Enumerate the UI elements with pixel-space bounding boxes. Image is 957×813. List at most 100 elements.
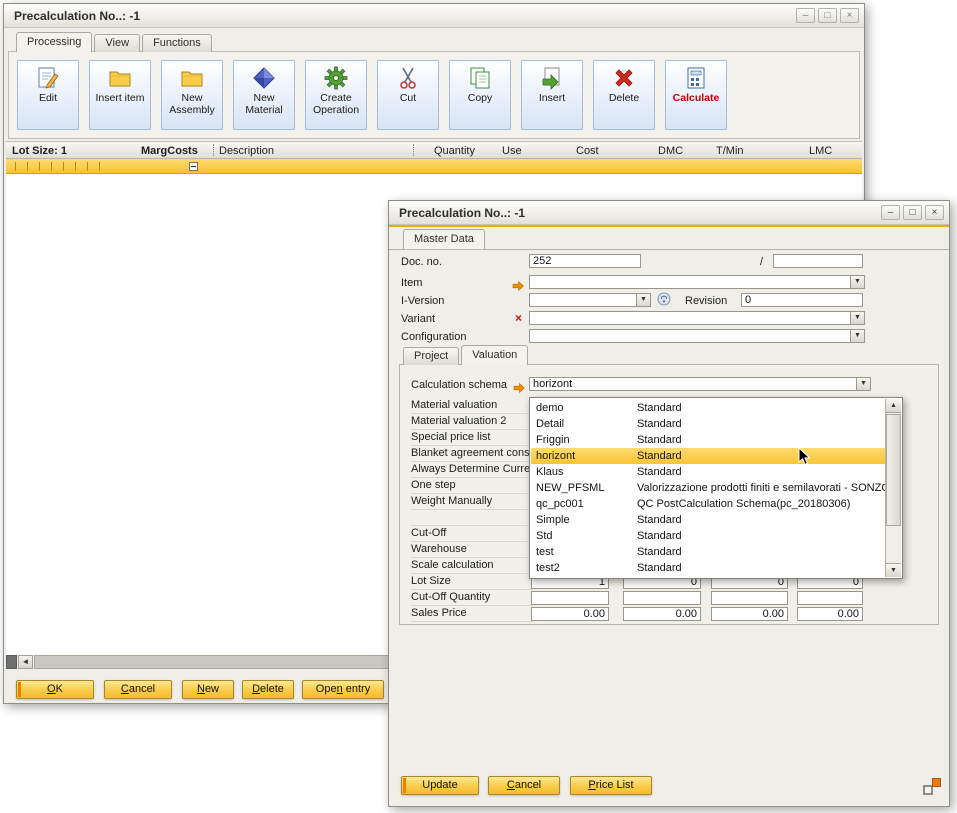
- tab-valuation[interactable]: Valuation: [461, 345, 528, 365]
- folder-icon: [179, 65, 205, 91]
- variant-required-icon: ×: [515, 311, 522, 325]
- scroll-left-button[interactable]: ◄: [18, 655, 33, 669]
- precalculation-dialog: Precalculation No..: -1 – □ × Master Dat…: [388, 200, 950, 807]
- sales-price-field[interactable]: 0.00: [531, 607, 609, 621]
- grid-lot-size-label: Lot Size: 1: [12, 144, 67, 158]
- open-entry-button[interactable]: Open entry: [302, 680, 384, 699]
- dropdown-item[interactable]: testStandard: [531, 544, 885, 560]
- doc-no-suffix-field[interactable]: [773, 254, 863, 268]
- scrollbar-thumb[interactable]: [886, 414, 901, 526]
- tab-master-data[interactable]: Master Data: [403, 229, 485, 249]
- sales-price-field[interactable]: 0.00: [623, 607, 701, 621]
- main-titlebar[interactable]: Precalculation No..: -1 – □ ×: [4, 4, 864, 28]
- cut-off-qty-field[interactable]: [531, 591, 609, 605]
- col-use[interactable]: Use: [502, 144, 522, 158]
- col-tmin[interactable]: T/Min: [716, 144, 744, 158]
- dropdown-item[interactable]: NEW_PFSMLValorizzazione prodotti finiti …: [531, 480, 885, 496]
- grid-row-highlighted[interactable]: [6, 159, 862, 174]
- chevron-down-icon[interactable]: ▼: [850, 276, 864, 288]
- close-button[interactable]: ×: [840, 8, 859, 23]
- new-material-button[interactable]: New Material: [233, 60, 295, 130]
- configuration-combo[interactable]: ▼: [529, 329, 865, 343]
- sales-price-field[interactable]: 0.00: [797, 607, 863, 621]
- new-assembly-button[interactable]: New Assembly: [161, 60, 223, 130]
- cut-off-qty-field[interactable]: [623, 591, 701, 605]
- link-arrow-icon[interactable]: [512, 278, 524, 296]
- minimize-button[interactable]: –: [796, 8, 815, 23]
- cut-off-qty-field[interactable]: [797, 591, 863, 605]
- dropdown-item-selected[interactable]: horizontStandard: [531, 448, 885, 464]
- update-button[interactable]: Update: [401, 776, 479, 795]
- cut-button[interactable]: Cut: [377, 60, 439, 130]
- cell-divider: [75, 162, 76, 171]
- gear-icon: [323, 65, 349, 91]
- scroll-down-icon[interactable]: ▼: [886, 563, 901, 577]
- new-button[interactable]: New: [182, 680, 234, 699]
- dropdown-item[interactable]: FrigginStandard: [531, 432, 885, 448]
- tab-functions[interactable]: Functions: [142, 34, 212, 52]
- tab-processing[interactable]: Processing: [16, 32, 92, 52]
- item-combo[interactable]: ▼: [529, 275, 865, 289]
- cut-off-qty-field[interactable]: [711, 591, 788, 605]
- dropdown-item[interactable]: StdStandard: [531, 528, 885, 544]
- dropdown-item[interactable]: DetailStandard: [531, 416, 885, 432]
- cancel-button[interactable]: Cancel: [488, 776, 560, 795]
- chevron-down-icon[interactable]: ▼: [850, 330, 864, 342]
- edit-icon: [35, 65, 61, 91]
- expand-form-icon[interactable]: [923, 778, 941, 796]
- delete-button[interactable]: Delete: [593, 60, 655, 130]
- delete-row-button[interactable]: Delete: [242, 680, 294, 699]
- maximize-button[interactable]: □: [818, 8, 837, 23]
- dropdown-scrollbar[interactable]: ▲ ▼: [885, 399, 901, 577]
- maximize-button[interactable]: □: [903, 205, 922, 220]
- toolbar: Edit Insert item New Assembly New Materi…: [8, 51, 860, 139]
- scroll-up-icon[interactable]: ▲: [886, 399, 901, 413]
- tab-project[interactable]: Project: [403, 347, 459, 365]
- dialog-titlebar[interactable]: Precalculation No..: -1 – □ ×: [389, 201, 949, 225]
- col-dmc[interactable]: DMC: [658, 144, 683, 158]
- cell-divider: [51, 162, 52, 171]
- col-description[interactable]: Description: [219, 144, 274, 158]
- calculation-schema-combo[interactable]: horizont▼: [529, 377, 871, 391]
- minimize-button[interactable]: –: [881, 205, 900, 220]
- price-list-button[interactable]: Price List: [570, 776, 652, 795]
- dropdown-item[interactable]: SimpleStandard: [531, 512, 885, 528]
- copy-button[interactable]: Copy: [449, 60, 511, 130]
- configuration-label: Configuration: [401, 330, 466, 344]
- tab-view[interactable]: View: [94, 34, 140, 52]
- insert-button[interactable]: Insert: [521, 60, 583, 130]
- chevron-down-icon[interactable]: ▼: [856, 378, 870, 390]
- chevron-down-icon[interactable]: ▼: [636, 294, 650, 306]
- tab-divider: [389, 249, 949, 250]
- col-cost[interactable]: Cost: [576, 144, 599, 158]
- cancel-button[interactable]: Cancel: [104, 680, 172, 699]
- revision-field[interactable]: 0: [741, 293, 863, 307]
- item-label: Item: [401, 276, 422, 290]
- version-info-icon[interactable]: [657, 292, 671, 311]
- sales-price-field[interactable]: 0.00: [711, 607, 788, 621]
- i-version-combo[interactable]: ▼: [529, 293, 651, 307]
- expand-node-toggle[interactable]: [189, 162, 198, 171]
- link-arrow-icon[interactable]: [513, 380, 525, 398]
- splitter-handle[interactable]: [6, 655, 17, 669]
- cell-divider: [39, 162, 40, 171]
- create-operation-button[interactable]: Create Operation: [305, 60, 367, 130]
- dropdown-item[interactable]: qc_pc001QC PostCalculation Schema(pc_201…: [531, 496, 885, 512]
- doc-no-field[interactable]: 252: [529, 254, 641, 268]
- red-x-icon: [611, 65, 637, 91]
- row-label: Sales Price: [411, 606, 533, 622]
- variant-combo[interactable]: ▼: [529, 311, 865, 325]
- dropdown-item[interactable]: demoStandard: [531, 400, 885, 416]
- edit-button[interactable]: Edit: [17, 60, 79, 130]
- dropdown-item[interactable]: KlausStandard: [531, 464, 885, 480]
- chevron-down-icon[interactable]: ▼: [850, 312, 864, 324]
- folder-icon: [107, 65, 133, 91]
- insert-item-button[interactable]: Insert item: [89, 60, 151, 130]
- close-button[interactable]: ×: [925, 205, 944, 220]
- dropdown-item[interactable]: test2Standard: [531, 560, 885, 576]
- ok-button[interactable]: OK: [16, 680, 94, 699]
- col-lmc[interactable]: LMC: [809, 144, 832, 158]
- cell-divider: [99, 162, 100, 171]
- calculate-button[interactable]: Calculate: [665, 60, 727, 130]
- col-quantity[interactable]: Quantity: [434, 144, 475, 158]
